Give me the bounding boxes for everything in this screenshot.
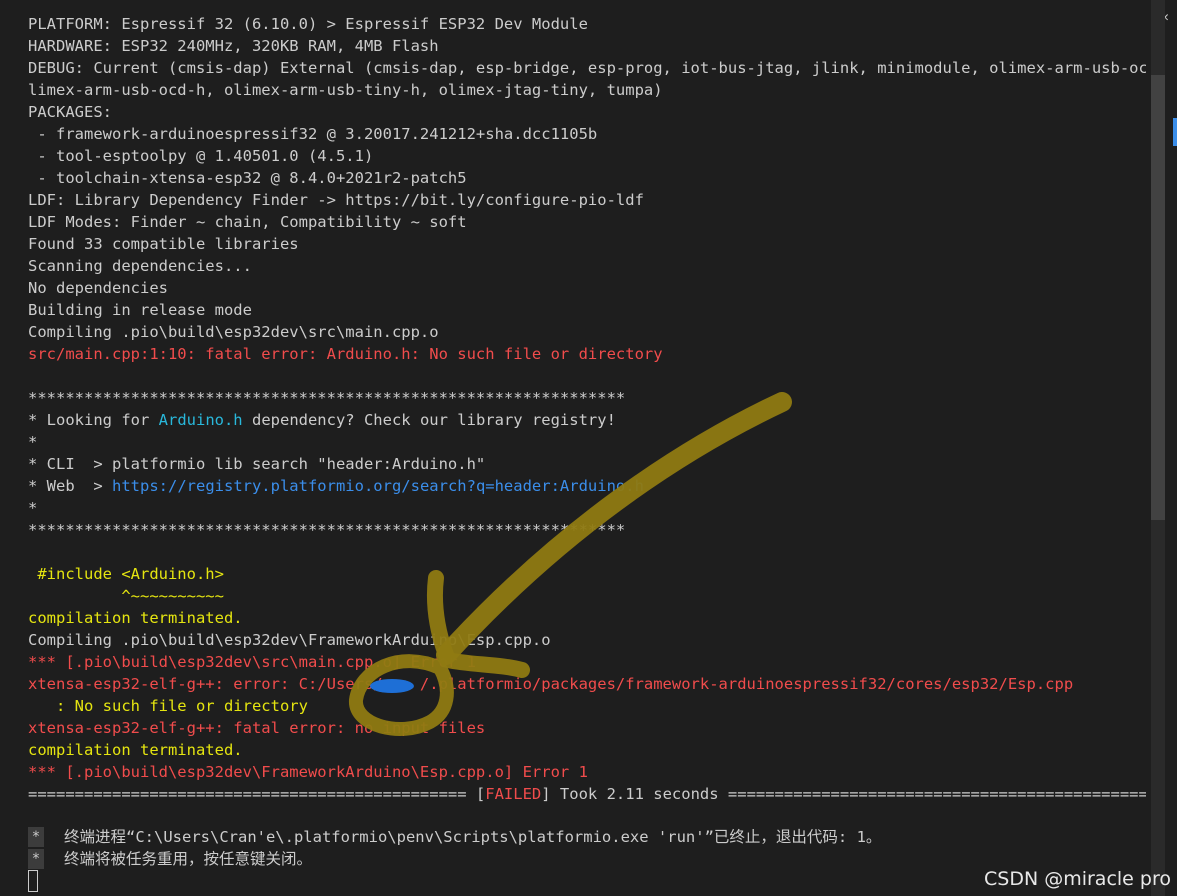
- terminal-line: - framework-arduinoespressif32 @ 3.20017…: [28, 125, 598, 143]
- terminal-line: * Web > https://registry.platformio.org/…: [28, 475, 1146, 497]
- terminal-line: ****************************************…: [28, 389, 626, 407]
- task-exit-text: 终端进程“C:\Users\Cran'e\.platformio\penv\Sc…: [64, 828, 882, 846]
- scrollbar-thumb[interactable]: [1151, 75, 1165, 520]
- terminal-line: Scanning dependencies...: [28, 257, 252, 275]
- terminal-line: Building in release mode: [28, 301, 252, 319]
- terminal-output[interactable]: PLATFORM: Espressif 32 (6.10.0) > Espres…: [28, 13, 1146, 805]
- terminal-line: *** [.pio\build\esp32dev\FrameworkArduin…: [28, 763, 588, 781]
- terminal-segment: Arduino.h: [158, 411, 243, 429]
- terminal-segment: * Web >: [28, 477, 112, 495]
- terminal-line: compilation terminated.: [28, 741, 243, 759]
- watermark: CSDN @miracle pro: [984, 868, 1171, 890]
- terminal-segment: dependency? Check our library registry!: [242, 411, 616, 429]
- terminal-segment: ========================================…: [28, 785, 486, 803]
- scroll-position-marker: [1173, 118, 1177, 146]
- terminal-line: LDF Modes: Finder ~ chain, Compatibility…: [28, 213, 467, 231]
- terminal-line: xtensa-esp32-elf-g++: fatal error: no in…: [28, 719, 486, 737]
- terminal-line: Compiling .pio\build\esp32dev\src\main.c…: [28, 323, 439, 341]
- terminal-line: HARDWARE: ESP32 240MHz, 320KB RAM, 4MB F…: [28, 37, 439, 55]
- task-status-block: * 终端进程“C:\Users\Cran'e\.platformio\penv\…: [28, 826, 1128, 870]
- terminal-line: - tool-esptoolpy @ 1.40501.0 (4.5.1): [28, 147, 374, 165]
- vertical-scrollbar[interactable]: [1151, 0, 1165, 896]
- status-mark: *: [28, 827, 44, 847]
- terminal-line: Compiling .pio\build\esp32dev\FrameworkA…: [28, 631, 551, 649]
- terminal-line: Found 33 compatible libraries: [28, 235, 299, 253]
- terminal-line: PLATFORM: Espressif 32 (6.10.0) > Espres…: [28, 15, 588, 33]
- terminal-line: xtensa-esp32-elf-g++: error: C:/Users/ /…: [28, 675, 1074, 693]
- terminal-line: ========================================…: [28, 783, 1146, 805]
- terminal-line: * Looking for Arduino.h dependency? Chec…: [28, 409, 1146, 431]
- task-reuse-text: 终端将被任务重用，按任意键关闭。: [64, 850, 313, 868]
- terminal-line: *** [.pio\build\esp32dev\src\main.cpp.o]…: [28, 653, 476, 671]
- terminal-line: No dependencies: [28, 279, 168, 297]
- terminal-line: DEBUG: Current (cmsis-dap) External (cms…: [28, 59, 1146, 77]
- status-mark: *: [28, 849, 44, 869]
- terminal-line: *: [28, 433, 38, 451]
- terminal-line: ****************************************…: [28, 521, 626, 539]
- terminal-line: #include <Arduino.h>: [28, 565, 224, 583]
- terminal-line: : No such file or directory: [28, 697, 308, 715]
- terminal-line: PACKAGES:: [28, 103, 112, 121]
- terminal-line: * CLI > platformio lib search "header:Ar…: [28, 455, 486, 473]
- task-reuse-line: * 终端将被任务重用，按任意键关闭。: [28, 848, 1128, 870]
- terminal-segment: ] Took 2.11 seconds ====================…: [541, 785, 1146, 803]
- terminal-segment: FAILED: [485, 785, 542, 803]
- registry-link[interactable]: https://registry.platformio.org/search?q…: [112, 477, 644, 495]
- terminal-segment: * Looking for: [28, 411, 159, 429]
- terminal-line: ^~~~~~~~~~~: [28, 587, 224, 605]
- terminal-line: src/main.cpp:1:10: fatal error: Arduino.…: [28, 345, 663, 363]
- terminal-line: *: [28, 499, 38, 517]
- terminal-line: LDF: Library Dependency Finder -> https:…: [28, 191, 644, 209]
- terminal-cursor: [28, 870, 38, 892]
- terminal-line: compilation terminated.: [28, 609, 243, 627]
- terminal-line: - toolchain-xtensa-esp32 @ 8.4.0+2021r2-…: [28, 169, 467, 187]
- task-exit-line: * 终端进程“C:\Users\Cran'e\.platformio\penv\…: [28, 826, 1128, 848]
- terminal-line: limex-arm-usb-ocd-h, olimex-arm-usb-tiny…: [28, 81, 663, 99]
